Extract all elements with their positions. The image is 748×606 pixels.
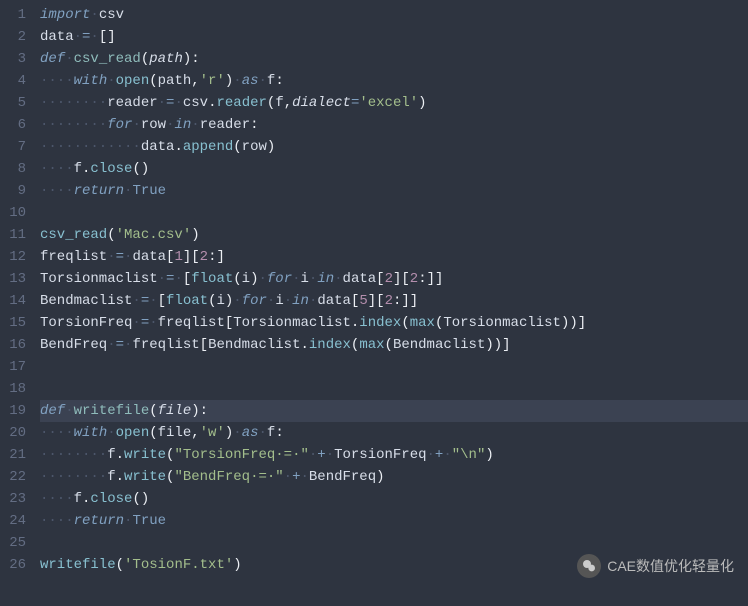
code-line[interactable]: BendFreq·=·freqlist[Bendmaclist.index(ma… <box>40 334 748 356</box>
watermark: CAE数值优化轻量化 <box>577 554 734 578</box>
code-line[interactable]: def·csv_read(path): <box>40 48 748 70</box>
line-number-gutter: 1 2 3 4 5 6 7 8 9 10 11 12 13 14 15 16 1… <box>0 0 34 606</box>
code-line[interactable] <box>40 356 748 378</box>
line-number: 22 <box>4 466 26 488</box>
code-line[interactable]: ············data.append(row) <box>40 136 748 158</box>
line-number: 12 <box>4 246 26 268</box>
line-number: 7 <box>4 136 26 158</box>
code-line[interactable] <box>40 532 748 554</box>
code-line[interactable]: ········f.write("TorsionFreq·=·"·+·Torsi… <box>40 444 748 466</box>
line-number: 2 <box>4 26 26 48</box>
line-number: 26 <box>4 554 26 576</box>
watermark-text: CAE数值优化轻量化 <box>607 556 734 576</box>
code-line[interactable]: data·=·[] <box>40 26 748 48</box>
code-line[interactable]: ····return·True <box>40 510 748 532</box>
line-number: 21 <box>4 444 26 466</box>
code-line[interactable]: Torsionmaclist·=·[float(i)·for·i·in·data… <box>40 268 748 290</box>
code-line[interactable]: Bendmaclist·=·[float(i)·for·i·in·data[5]… <box>40 290 748 312</box>
code-editor[interactable]: 1 2 3 4 5 6 7 8 9 10 11 12 13 14 15 16 1… <box>0 0 748 606</box>
code-line[interactable]: ····with·open(file,'w')·as·f: <box>40 422 748 444</box>
wechat-icon <box>577 554 601 578</box>
line-number: 24 <box>4 510 26 532</box>
line-number: 23 <box>4 488 26 510</box>
code-line[interactable]: ····return·True <box>40 180 748 202</box>
code-line[interactable]: freqlist·=·data[1][2:] <box>40 246 748 268</box>
line-number: 16 <box>4 334 26 356</box>
line-number: 1 <box>4 4 26 26</box>
line-number: 4 <box>4 70 26 92</box>
code-line[interactable]: ····f.close() <box>40 488 748 510</box>
code-line[interactable]: csv_read('Mac.csv') <box>40 224 748 246</box>
line-number: 19 <box>4 400 26 422</box>
line-number: 18 <box>4 378 26 400</box>
code-line[interactable]: ········reader·=·csv.reader(f,dialect='e… <box>40 92 748 114</box>
line-number: 25 <box>4 532 26 554</box>
line-number: 6 <box>4 114 26 136</box>
code-line[interactable]: ····f.close() <box>40 158 748 180</box>
line-number: 10 <box>4 202 26 224</box>
line-number: 15 <box>4 312 26 334</box>
line-number: 9 <box>4 180 26 202</box>
code-line[interactable]: ····with·open(path,'r')·as·f: <box>40 70 748 92</box>
line-number: 13 <box>4 268 26 290</box>
line-number: 8 <box>4 158 26 180</box>
code-line[interactable]: ········f.write("BendFreq·=·"·+·BendFreq… <box>40 466 748 488</box>
code-line[interactable] <box>40 202 748 224</box>
code-line[interactable]: import·csv <box>40 4 748 26</box>
line-number: 11 <box>4 224 26 246</box>
code-line[interactable]: TorsionFreq·=·freqlist[Torsionmaclist.in… <box>40 312 748 334</box>
line-number: 14 <box>4 290 26 312</box>
code-line[interactable] <box>40 378 748 400</box>
code-line[interactable]: ········for·row·in·reader: <box>40 114 748 136</box>
line-number: 17 <box>4 356 26 378</box>
line-number: 3 <box>4 48 26 70</box>
line-number: 20 <box>4 422 26 444</box>
code-line[interactable]: def·writefile(file): <box>40 400 748 422</box>
line-number: 5 <box>4 92 26 114</box>
code-content[interactable]: import·csv data·=·[] def·csv_read(path):… <box>34 0 748 606</box>
